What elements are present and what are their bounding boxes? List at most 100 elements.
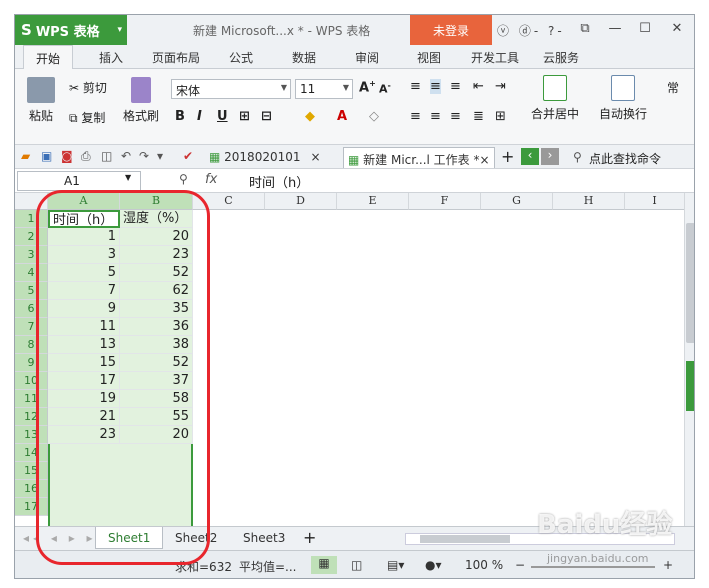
number-format-select[interactable]: 常: [667, 79, 679, 96]
maximize-icon[interactable]: ☐: [635, 20, 655, 38]
folder-icon[interactable]: ▰: [21, 149, 30, 163]
tab-formula[interactable]: 公式: [229, 49, 253, 66]
border-icon[interactable]: ⊞: [239, 109, 250, 124]
new-tab-icon[interactable]: +: [501, 147, 514, 166]
merge-center-icon: [543, 75, 567, 101]
add-sheet-icon[interactable]: +: [303, 528, 316, 547]
align-right-icon[interactable]: ≡: [450, 109, 461, 124]
align-center-icon[interactable]: ≡: [430, 109, 441, 124]
sheet-tab-3[interactable]: Sheet3: [231, 527, 297, 549]
tab-insert[interactable]: 插入: [99, 49, 123, 66]
copy-button[interactable]: ⧉ 复制: [69, 109, 105, 126]
justify-icon[interactable]: ≣: [473, 109, 484, 124]
format-painter-button[interactable]: 格式刷: [119, 77, 163, 124]
align-top-icon[interactable]: ≡: [410, 79, 421, 94]
chevron-down-icon[interactable]: ▼: [125, 173, 131, 182]
tab-review[interactable]: 审阅: [355, 49, 379, 66]
zoom-in-icon[interactable]: +: [663, 558, 673, 572]
pin-icon[interactable]: ✔: [183, 149, 193, 163]
save-icon[interactable]: ▣: [41, 149, 52, 163]
minimize-icon[interactable]: —: [605, 20, 625, 38]
redo-icon[interactable]: ↷: [139, 149, 149, 163]
pdf-icon[interactable]: ◙: [61, 149, 73, 163]
print-icon[interactable]: ⎙: [81, 149, 91, 164]
paste-button[interactable]: 粘贴: [21, 77, 61, 124]
copy-icon: ⧉: [69, 111, 82, 125]
doc-tab-1[interactable]: ▦ 2018020101 ×: [205, 147, 325, 168]
tab-data[interactable]: 数据: [292, 49, 316, 66]
reading-mode-icon[interactable]: ●▾: [425, 558, 442, 572]
search-icon: ⚲: [573, 150, 582, 164]
wrap-text-label: 自动换行: [598, 107, 647, 121]
wps-logo-button[interactable]: S WPS 表格 ▾: [15, 15, 127, 45]
font-color-icon[interactable]: A: [337, 109, 347, 124]
name-box[interactable]: A1: [17, 171, 141, 191]
formula-input[interactable]: 时间（h）: [249, 172, 309, 191]
tab-next-icon[interactable]: ›: [541, 148, 559, 165]
fx-icon[interactable]: fx: [205, 172, 217, 187]
font-size-select[interactable]: 11 ▼: [295, 79, 353, 99]
close-icon[interactable]: ×: [480, 153, 490, 167]
tab-developer[interactable]: 开发工具: [471, 49, 519, 66]
baidu-watermark: Baidu经验: [537, 510, 673, 540]
indent-increase-icon[interactable]: ⇥: [495, 79, 506, 94]
shrink-font-icon[interactable]: A-: [379, 81, 391, 96]
column-header-d[interactable]: D: [265, 193, 337, 210]
cut-button[interactable]: ✂ 剪切: [69, 79, 107, 96]
normal-view-icon[interactable]: ▦: [311, 556, 337, 574]
command-search[interactable]: 点此查找命令: [589, 150, 661, 167]
merge-center-label: 合并居中: [530, 107, 579, 121]
zoom-value[interactable]: 100 %: [465, 558, 503, 572]
page-layout-icon[interactable]: ◫: [351, 558, 362, 572]
vertical-scrollbar[interactable]: [684, 193, 694, 526]
distribute-icon[interactable]: ⊞: [495, 109, 506, 124]
font-size-value: 11: [300, 82, 316, 96]
preview-icon[interactable]: ◫: [101, 149, 112, 163]
bold-icon[interactable]: B: [175, 109, 185, 124]
italic-icon[interactable]: I: [197, 109, 202, 124]
font-name-select[interactable]: 宋体 ▼: [171, 79, 291, 99]
grow-font-icon[interactable]: A+: [359, 79, 376, 95]
align-middle-icon[interactable]: ≡: [430, 79, 441, 94]
tab-prev-icon[interactable]: ‹: [521, 148, 539, 165]
align-bottom-icon[interactable]: ≡: [450, 79, 461, 94]
ribbon: 粘贴 ✂ 剪切 ⧉ 复制 格式刷 宋体 ▼ 11 ▼ A+ A- B I U ⊞ ⊟…: [15, 69, 694, 145]
merge-cells-icon[interactable]: ⊟: [261, 109, 272, 124]
title-icons[interactable]: ⓥ ⓓ- ?-: [497, 22, 565, 39]
close-icon[interactable]: ×: [311, 150, 321, 164]
app-name: WPS 表格: [35, 24, 100, 40]
scroll-thumb[interactable]: [686, 223, 694, 343]
chevron-down-icon[interactable]: ▾: [157, 149, 163, 163]
column-header-f[interactable]: F: [409, 193, 481, 210]
column-header-g[interactable]: G: [481, 193, 553, 210]
font-name-value: 宋体: [176, 84, 201, 98]
tab-page-layout[interactable]: 页面布局: [152, 49, 200, 66]
scissors-icon: ✂: [69, 81, 83, 95]
login-button[interactable]: 未登录: [410, 15, 492, 45]
page-break-icon[interactable]: ▤▾: [387, 558, 404, 572]
fill-color-icon[interactable]: ◆: [305, 109, 315, 124]
clipboard-icon: [27, 77, 55, 103]
tab-start[interactable]: 开始: [23, 45, 74, 70]
scroll-thumb[interactable]: [420, 535, 510, 543]
scroll-marker: [686, 361, 694, 411]
column-header-h[interactable]: H: [553, 193, 625, 210]
align-left-icon[interactable]: ≡: [410, 109, 421, 124]
merge-center-button[interactable]: 合并居中: [523, 75, 587, 122]
doc-tab-2[interactable]: ▦ 新建 Micr...l 工作表 *×: [343, 147, 495, 168]
column-header-i[interactable]: I: [625, 193, 685, 210]
zoom-out-icon[interactable]: −: [515, 558, 525, 572]
chevron-down-icon: ▾: [117, 25, 122, 35]
close-icon[interactable]: ✕: [667, 20, 687, 38]
wrap-text-button[interactable]: 自动换行: [593, 75, 653, 122]
zoom-slider[interactable]: [531, 566, 655, 568]
zoom-icon[interactable]: ⚲: [179, 172, 188, 186]
tab-view[interactable]: 视图: [417, 49, 441, 66]
restore-icon[interactable]: ⧉: [575, 20, 595, 38]
column-header-e[interactable]: E: [337, 193, 409, 210]
underline-icon[interactable]: U: [217, 109, 228, 124]
clear-icon[interactable]: ◇: [369, 109, 379, 124]
undo-icon[interactable]: ↶: [121, 149, 131, 163]
tab-cloud[interactable]: 云服务: [543, 49, 579, 66]
indent-decrease-icon[interactable]: ⇤: [473, 79, 484, 94]
